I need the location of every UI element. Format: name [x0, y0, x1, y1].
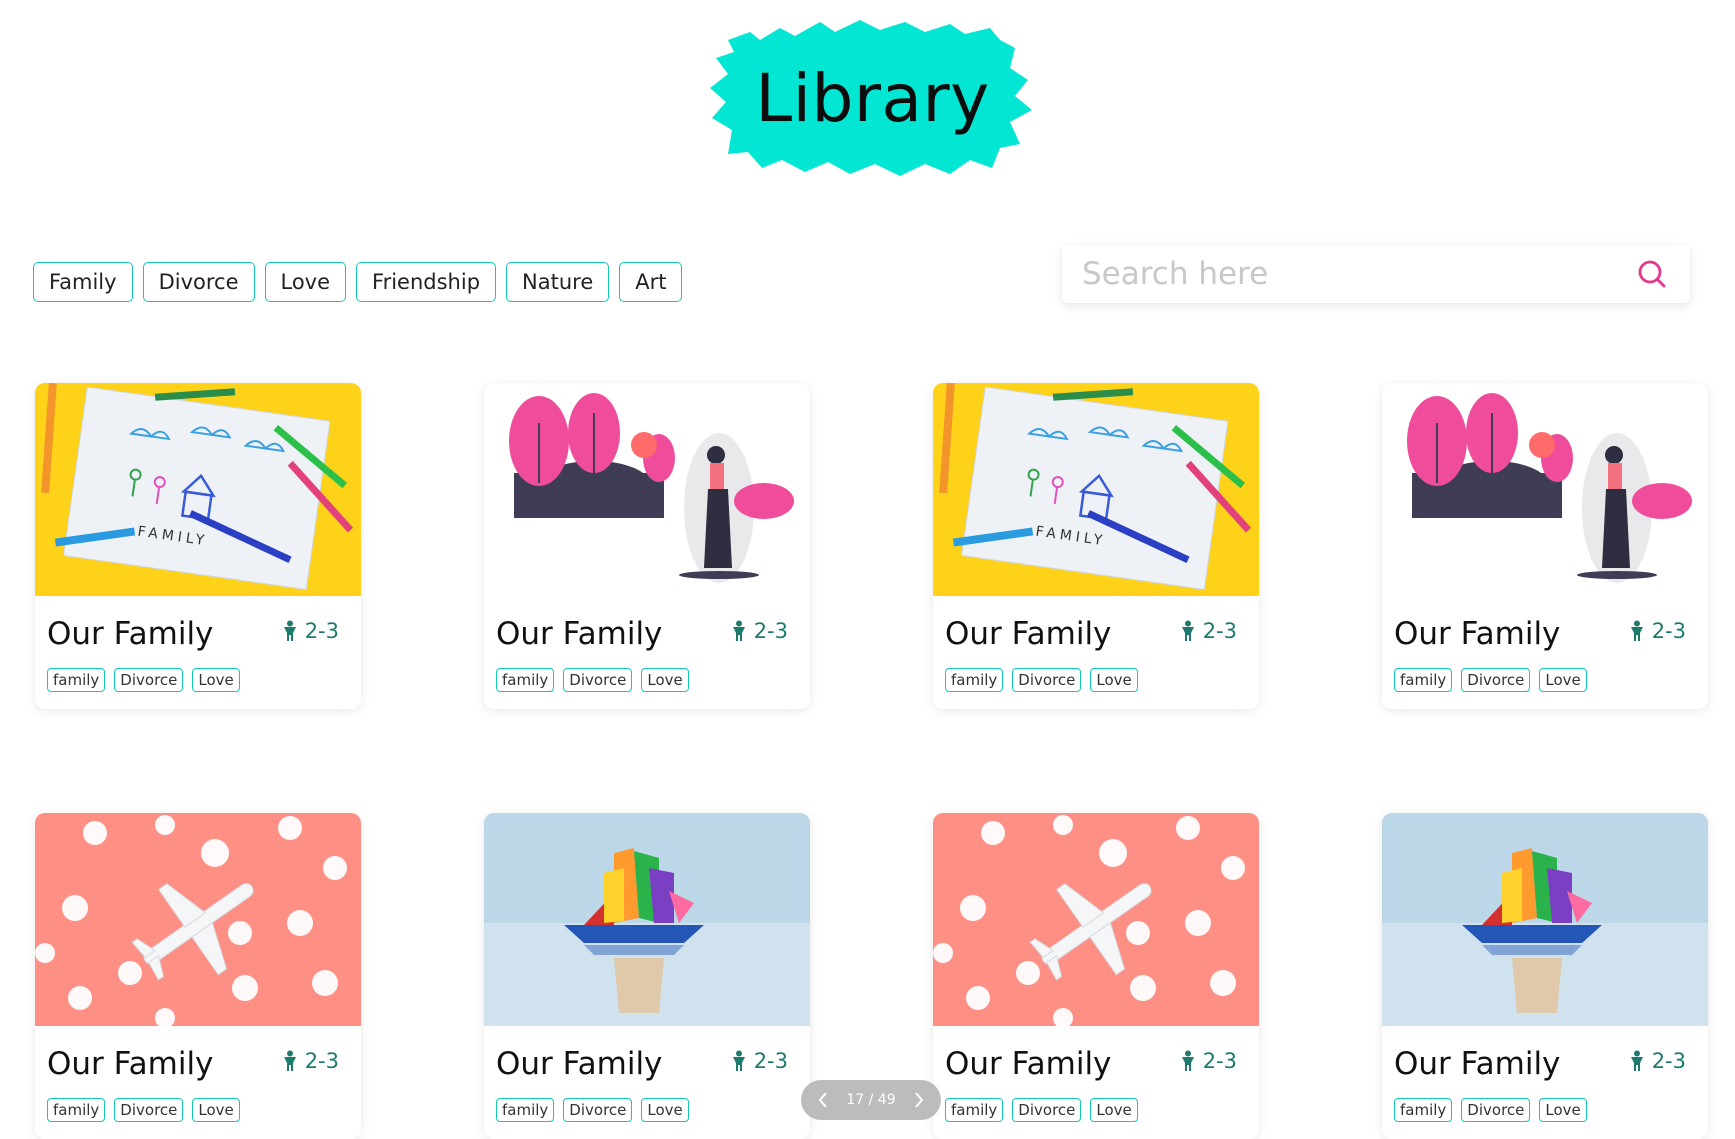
card-tags: family Divorce Love	[47, 668, 240, 692]
paper-boat-image	[1382, 813, 1708, 1026]
card-tags: family Divorce Love	[496, 668, 689, 692]
card-tags: family Divorce Love	[1394, 668, 1587, 692]
tag[interactable]: Divorce	[1012, 1098, 1082, 1122]
filter-chip-friendship[interactable]: Friendship	[356, 262, 497, 302]
tag[interactable]: family	[945, 1098, 1004, 1122]
story-card[interactable]: Our Family 2-3 family Divorce Love	[933, 383, 1259, 709]
category-filters: Family Divorce Love Friendship Nature Ar…	[33, 262, 683, 302]
age-range-text: 2-3	[304, 619, 339, 643]
family-drawing-image	[933, 383, 1259, 596]
card-title: Our Family	[47, 1046, 214, 1082]
age-range-text: 2-3	[1202, 1049, 1237, 1073]
tag[interactable]: Love	[1090, 668, 1138, 692]
card-title: Our Family	[1394, 616, 1561, 652]
age-range-text: 2-3	[1651, 619, 1686, 643]
story-card[interactable]: Our Family 2-3 family Divorce Love	[484, 813, 810, 1139]
woman-trees-illustration	[484, 383, 810, 596]
age-range: 2-3	[730, 1049, 788, 1073]
card-tags: family Divorce Love	[945, 668, 1138, 692]
age-range-text: 2-3	[1202, 619, 1237, 643]
card-tags: family Divorce Love	[945, 1098, 1138, 1122]
airplane-clouds-image	[933, 813, 1259, 1026]
page-counter: 17 / 49	[846, 1092, 896, 1108]
chevron-left-icon[interactable]	[813, 1090, 833, 1110]
tag[interactable]: Love	[641, 668, 689, 692]
age-range-text: 2-3	[304, 1049, 339, 1073]
age-range-text: 2-3	[753, 619, 788, 643]
tag[interactable]: Divorce	[114, 668, 184, 692]
age-range-text: 2-3	[1651, 1049, 1686, 1073]
child-icon	[732, 620, 745, 641]
child-icon	[1181, 1050, 1194, 1071]
tag[interactable]: family	[1394, 1098, 1453, 1122]
tag[interactable]: family	[47, 1098, 106, 1122]
filter-chip-art[interactable]: Art	[619, 262, 683, 302]
child-icon	[283, 620, 296, 641]
age-range: 2-3	[1179, 619, 1237, 643]
page-indicator: 17 / 49	[801, 1080, 941, 1120]
child-icon	[283, 1050, 296, 1071]
tag[interactable]: family	[945, 668, 1004, 692]
story-card[interactable]: Our Family 2-3 family Divorce Love	[484, 383, 810, 709]
age-range: 2-3	[1628, 1049, 1686, 1073]
child-icon	[732, 1050, 745, 1071]
tag[interactable]: Love	[641, 1098, 689, 1122]
tag[interactable]: Divorce	[1461, 1098, 1531, 1122]
search-bar	[1062, 244, 1690, 304]
age-range: 2-3	[281, 619, 339, 643]
story-card[interactable]: Our Family 2-3 family Divorce Love	[35, 813, 361, 1139]
child-icon	[1630, 620, 1643, 641]
card-title: Our Family	[496, 1046, 663, 1082]
filter-chip-divorce[interactable]: Divorce	[142, 262, 255, 302]
story-card[interactable]: Our Family 2-3 family Divorce Love	[1382, 383, 1708, 709]
search-input[interactable]	[1062, 244, 1630, 304]
age-range: 2-3	[281, 1049, 339, 1073]
tag[interactable]: Love	[192, 1098, 240, 1122]
age-range: 2-3	[1628, 619, 1686, 643]
card-title: Our Family	[496, 616, 663, 652]
tag[interactable]: Love	[1539, 1098, 1587, 1122]
airplane-clouds-image	[35, 813, 361, 1026]
story-card[interactable]: Our Family 2-3 family Divorce Love	[35, 383, 361, 709]
story-card[interactable]: Our Family 2-3 family Divorce Love	[933, 813, 1259, 1139]
page-title-badge: Library	[710, 18, 1035, 178]
tag[interactable]: Divorce	[114, 1098, 184, 1122]
page-title: Library	[755, 59, 990, 137]
tag[interactable]: family	[496, 668, 555, 692]
card-tags: family Divorce Love	[496, 1098, 689, 1122]
woman-trees-illustration	[1382, 383, 1708, 596]
age-range: 2-3	[1179, 1049, 1237, 1073]
card-title: Our Family	[1394, 1046, 1561, 1082]
card-tags: family Divorce Love	[1394, 1098, 1587, 1122]
tag[interactable]: Love	[1539, 668, 1587, 692]
filter-chip-love[interactable]: Love	[264, 262, 347, 302]
tag[interactable]: Love	[192, 668, 240, 692]
card-title: Our Family	[47, 616, 214, 652]
tag[interactable]: Divorce	[563, 1098, 633, 1122]
search-icon[interactable]	[1630, 252, 1674, 296]
story-card[interactable]: Our Family 2-3 family Divorce Love	[1382, 813, 1708, 1139]
tag[interactable]: Divorce	[1012, 668, 1082, 692]
tag[interactable]: family	[1394, 668, 1453, 692]
tag[interactable]: family	[47, 668, 106, 692]
child-icon	[1630, 1050, 1643, 1071]
child-icon	[1181, 620, 1194, 641]
tag[interactable]: Love	[1090, 1098, 1138, 1122]
tag[interactable]: Divorce	[563, 668, 633, 692]
tag[interactable]: Divorce	[1461, 668, 1531, 692]
age-range: 2-3	[730, 619, 788, 643]
chevron-right-icon[interactable]	[909, 1090, 929, 1110]
filter-chip-nature[interactable]: Nature	[506, 262, 610, 302]
card-tags: family Divorce Love	[47, 1098, 240, 1122]
card-title: Our Family	[945, 616, 1112, 652]
card-title: Our Family	[945, 1046, 1112, 1082]
family-drawing-image	[35, 383, 361, 596]
age-range-text: 2-3	[753, 1049, 788, 1073]
paper-boat-image	[484, 813, 810, 1026]
tag[interactable]: family	[496, 1098, 555, 1122]
filter-chip-family[interactable]: Family	[33, 262, 133, 302]
